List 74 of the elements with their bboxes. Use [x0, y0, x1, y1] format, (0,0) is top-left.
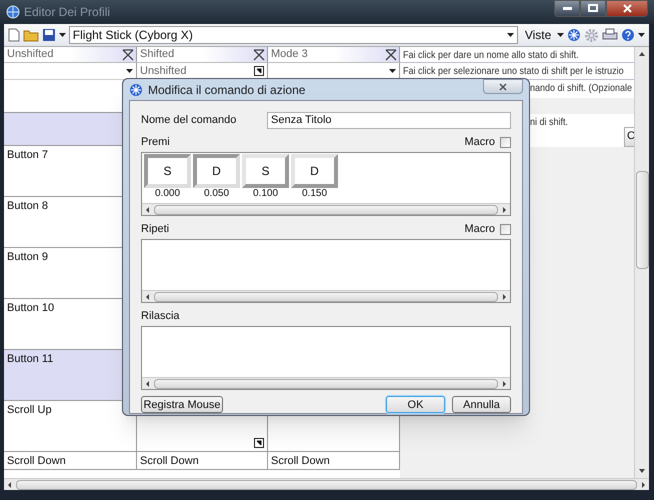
horizontal-scrollbar[interactable]: [142, 377, 510, 389]
info-text: Fai click per dare un nome allo stato di shift.: [403, 49, 579, 63]
folder-icon[interactable]: [22, 28, 39, 42]
key-event[interactable]: S: [144, 154, 191, 188]
link-icon[interactable]: [254, 438, 264, 448]
dropdown-arrow-icon[interactable]: [638, 33, 645, 37]
remove-icon[interactable]: [122, 48, 134, 60]
scroll-thumb[interactable]: [636, 171, 648, 269]
dialog-title: Modifica il comando di azione: [148, 82, 306, 98]
table-cell: Scroll Down: [271, 455, 330, 467]
section-label: Premi: [141, 135, 171, 150]
macro-checkbox[interactable]: [500, 137, 511, 148]
vertical-scrollbar[interactable]: [634, 47, 649, 478]
remove-icon[interactable]: [385, 48, 397, 60]
save-icon[interactable]: [42, 28, 56, 42]
dialog-button[interactable]: Registra Mouse: [141, 396, 223, 413]
close-icon: [499, 82, 507, 90]
table-cell: Scroll Up: [7, 404, 52, 416]
dropdown-arrow-icon[interactable]: [389, 69, 396, 73]
close-button[interactable]: [483, 79, 523, 94]
horizontal-scrollbar[interactable]: [142, 203, 510, 215]
key-time: 0.150: [302, 188, 328, 200]
field-label: Nome del comando: [141, 113, 238, 128]
info-text: ni di shift.: [530, 116, 568, 130]
section-label: Rilascia: [141, 309, 181, 324]
snowflake-icon: [129, 82, 143, 96]
close-button[interactable]: [606, 0, 648, 16]
dropdown-arrow-icon[interactable]: [557, 33, 564, 37]
command-name-field[interactable]: Senza Titolo: [267, 112, 511, 129]
table-cell: Button 8: [7, 200, 48, 212]
dropdown-arrow-icon[interactable]: [506, 33, 514, 37]
key-time: 0.000: [154, 188, 180, 200]
snowflake-icon[interactable]: [567, 28, 582, 42]
key-time: 0.050: [204, 188, 230, 200]
printer-icon[interactable]: [602, 28, 618, 42]
dropdown-arrow-icon[interactable]: [58, 33, 66, 37]
dialog-button[interactable]: Annulla: [452, 396, 511, 413]
section-label: Ripeti: [141, 222, 170, 238]
info-text: Fai click per selezionare uno stato di shift per le istruzio: [403, 65, 624, 79]
key-event[interactable]: S: [242, 154, 289, 188]
profile-dropdown[interactable]: Flight Stick (Cyborg X): [68, 26, 518, 44]
table-cell: Button 11: [7, 353, 54, 365]
macro-label: Macro: [464, 135, 495, 150]
maximize-button[interactable]: [580, 0, 606, 16]
horizontal-scrollbar[interactable]: [4, 478, 649, 490]
key-event[interactable]: D: [291, 154, 338, 188]
key-event[interactable]: D: [193, 154, 240, 188]
globe-icon: [6, 5, 20, 19]
new-file-icon[interactable]: [8, 28, 20, 42]
dialog-button[interactable]: OK: [386, 396, 445, 413]
info-text: nando di shift. (Opzionale: [530, 82, 632, 96]
grid-row[interactable]: Scroll Down Scroll Down Scroll Down: [4, 452, 400, 470]
table-cell: Scroll Down: [7, 455, 66, 467]
table-cell: Button 9: [7, 251, 48, 263]
key-time: 0.100: [252, 188, 278, 200]
link-icon[interactable]: [254, 66, 264, 76]
views-dropdown[interactable]: Viste: [524, 26, 564, 44]
table-cell: Button 7: [7, 149, 48, 161]
scroll-thumb[interactable]: [154, 204, 498, 214]
scroll-thumb[interactable]: [154, 378, 498, 388]
settings-icon[interactable]: [584, 28, 600, 42]
dropdown-arrow-icon[interactable]: [126, 69, 133, 73]
horizontal-scrollbar[interactable]: [142, 290, 510, 302]
table-cell: Scroll Down: [140, 455, 199, 467]
minimize-button[interactable]: [554, 0, 580, 16]
remove-icon[interactable]: [253, 48, 265, 60]
scroll-thumb[interactable]: [154, 292, 498, 302]
table-cell: Button 10: [7, 302, 54, 314]
window-title: Editor Dei Profili: [24, 4, 110, 21]
close-icon: [622, 4, 632, 12]
scroll-thumb[interactable]: [16, 480, 637, 490]
macro-checkbox[interactable]: [500, 224, 511, 235]
macro-label: Macro: [464, 222, 495, 238]
help-icon[interactable]: [621, 28, 636, 42]
